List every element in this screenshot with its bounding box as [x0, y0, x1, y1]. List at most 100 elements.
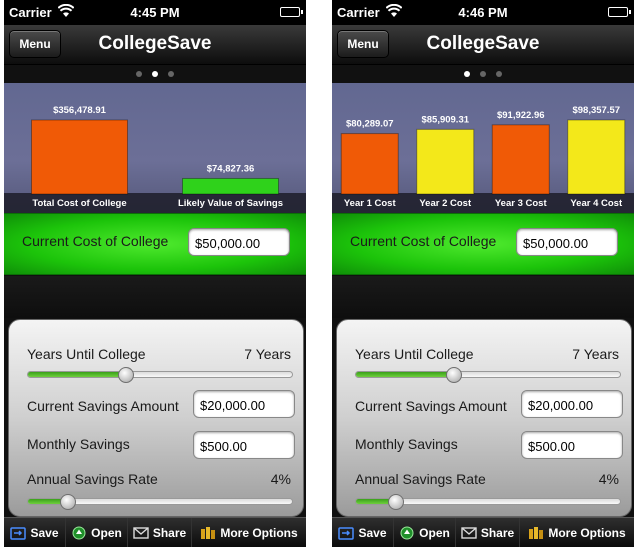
- tab-share-label: Share: [480, 525, 515, 540]
- chart-category-label: Year 2 Cost: [419, 198, 472, 209]
- monthly-savings-label: Monthly Savings: [355, 436, 458, 452]
- chart-bar: [416, 128, 475, 195]
- chart-area[interactable]: $356,478.91 Total Cost of College $74,827.…: [4, 83, 306, 213]
- annual-savings-rate-label: Annual Savings Rate: [27, 471, 158, 487]
- page-dot[interactable]: [168, 71, 174, 77]
- years-slider-fill: [28, 372, 126, 377]
- tab-open-label: Open: [91, 525, 122, 540]
- cost-panel: Current Cost of College $50,000.00: [332, 213, 634, 275]
- years-until-college-value: 7 Years: [244, 346, 291, 362]
- tab-more-options-label: More Options: [548, 525, 626, 540]
- screen-right: Carrier 4:46 PM Menu CollegeSave $80,289…: [332, 0, 634, 547]
- status-bar: Carrier 4:45 PM: [4, 0, 306, 25]
- status-time: 4:46 PM: [458, 5, 508, 20]
- app-title: CollegeSave: [98, 33, 212, 54]
- cost-of-college-field[interactable]: $50,000.00: [516, 228, 618, 256]
- tab-save-label: Save: [30, 525, 59, 540]
- tab-save[interactable]: Save: [4, 518, 66, 547]
- save-icon: [10, 526, 27, 540]
- years-slider-thumb[interactable]: [446, 367, 462, 383]
- battery-icon: [608, 7, 631, 17]
- tab-more-options-label: More Options: [220, 525, 298, 540]
- chart-category-label: Year 4 Cost: [570, 198, 623, 209]
- page-indicator[interactable]: [332, 65, 634, 83]
- chart-area[interactable]: $80,289.07 Year 1 Cost $85,909.31 Year 2 Co…: [332, 83, 634, 213]
- cost-panel: Current Cost of College $50,000.00: [4, 213, 306, 275]
- tab-open[interactable]: Open: [394, 518, 456, 547]
- page-dot[interactable]: [480, 71, 486, 77]
- tab-save[interactable]: Save: [332, 518, 394, 547]
- current-savings-field[interactable]: $20,000.00: [521, 390, 623, 418]
- current-savings-label: Current Savings Amount: [355, 398, 507, 414]
- years-until-college-value: 7 Years: [572, 346, 619, 362]
- tab-open-label: Open: [419, 525, 450, 540]
- chart-category-label: Likely Value of Savings: [178, 198, 283, 209]
- tab-save-label: Save: [358, 525, 387, 540]
- cost-of-college-label: Current Cost of College: [350, 233, 497, 249]
- tab-share[interactable]: Share: [456, 518, 520, 547]
- envelope-icon: [133, 526, 149, 539]
- years-until-college-label: Years Until College: [355, 346, 474, 362]
- cost-of-college-field[interactable]: $50,000.00: [188, 228, 290, 256]
- tab-share[interactable]: Share: [128, 518, 192, 547]
- rate-slider[interactable]: [27, 494, 293, 510]
- page-dot[interactable]: [152, 71, 158, 77]
- page-indicator[interactable]: [4, 65, 306, 83]
- years-slider-thumb[interactable]: [118, 367, 134, 383]
- chart-value-label: $80,289.07: [346, 119, 394, 130]
- open-icon: [72, 526, 86, 539]
- chart-value-label: $74,827.36: [207, 163, 255, 174]
- chart-bar: [340, 133, 399, 195]
- chart-value-label: $91,922.96: [497, 110, 545, 121]
- tab-more-options[interactable]: More Options: [192, 518, 306, 547]
- inputs-card: Years Until College 7 Years Current Savi…: [336, 319, 632, 517]
- tab-bar: Save Open Share More Options: [4, 517, 306, 547]
- rate-slider-thumb[interactable]: [60, 494, 76, 510]
- nav-bar: Menu CollegeSave: [4, 25, 306, 65]
- annual-savings-rate-value: 4%: [598, 471, 619, 487]
- current-savings-label: Current Savings Amount: [27, 398, 179, 414]
- monthly-savings-field[interactable]: $500.00: [193, 431, 295, 459]
- rate-slider-thumb[interactable]: [388, 494, 404, 510]
- bar-chart: $356,478.91 Total Cost of College $74,827.…: [31, 105, 283, 209]
- tab-open[interactable]: Open: [66, 518, 128, 547]
- bar-chart: $80,289.07 Year 1 Cost $85,909.31 Year 2 Co…: [340, 105, 626, 209]
- open-icon: [400, 526, 414, 539]
- annual-savings-rate-value: 4%: [270, 471, 291, 487]
- inputs-card: Years Until College 7 Years Current Savi…: [8, 319, 304, 517]
- chart-value-label: $98,357.57: [572, 105, 620, 116]
- spacer: [332, 276, 634, 318]
- tab-more-options[interactable]: More Options: [520, 518, 634, 547]
- spacer: [4, 276, 306, 318]
- status-time: 4:45 PM: [130, 5, 180, 20]
- monthly-savings-label: Monthly Savings: [27, 436, 130, 452]
- rate-slider[interactable]: [355, 494, 621, 510]
- chart-bar: [31, 119, 128, 195]
- chart-category-label: Year 1 Cost: [344, 198, 397, 209]
- years-until-college-label: Years Until College: [27, 346, 146, 362]
- monthly-savings-field[interactable]: $500.00: [521, 431, 623, 459]
- page-dot[interactable]: [136, 71, 142, 77]
- app-title: CollegeSave: [426, 33, 540, 54]
- battery-icon: [280, 7, 303, 17]
- save-icon: [338, 526, 355, 540]
- annual-savings-rate-label: Annual Savings Rate: [355, 471, 486, 487]
- cost-of-college-label: Current Cost of College: [22, 233, 169, 249]
- page-dot[interactable]: [464, 71, 470, 77]
- years-slider[interactable]: [27, 367, 293, 383]
- page-dot[interactable]: [496, 71, 502, 77]
- envelope-icon: [461, 526, 477, 539]
- tab-share-label: Share: [152, 525, 187, 540]
- chart-category-label: Year 3 Cost: [495, 198, 548, 209]
- chart-value-label: $85,909.31: [421, 114, 469, 125]
- chart-value-label: $356,478.91: [53, 105, 107, 116]
- screen-left: Carrier 4:45 PM Menu CollegeSave $356,47…: [4, 0, 306, 547]
- years-slider[interactable]: [355, 367, 621, 383]
- more-options-icon: [529, 526, 544, 539]
- tab-bar: Save Open Share More Options: [332, 517, 634, 547]
- chart-bar: [491, 124, 550, 195]
- years-slider-fill: [356, 372, 454, 377]
- more-options-icon: [201, 526, 216, 539]
- status-bar: Carrier 4:46 PM: [332, 0, 634, 25]
- current-savings-field[interactable]: $20,000.00: [193, 390, 295, 418]
